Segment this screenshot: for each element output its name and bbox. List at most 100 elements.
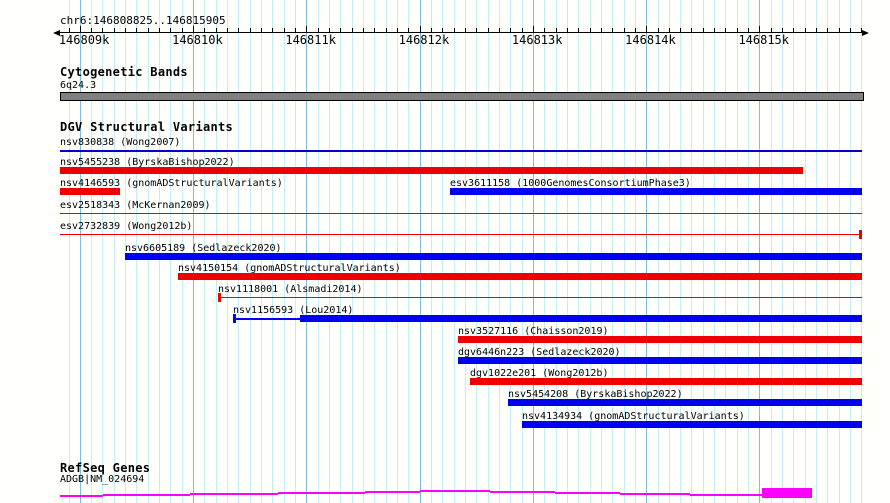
variant-line[interactable]: [60, 213, 862, 214]
ruler-tick: [476, 28, 478, 32]
ruler-tick: [91, 28, 93, 32]
ruler-tick: [193, 26, 195, 32]
ruler-tick: [170, 28, 172, 32]
position-label: chr6:146808825..146815905: [60, 14, 226, 27]
variant-line[interactable]: [60, 234, 860, 235]
ruler-tick: [227, 28, 229, 32]
variant-label: esv2518343 (McKernan2009): [60, 200, 211, 211]
ruler-tick: [181, 28, 183, 32]
ruler-tick: [544, 28, 546, 32]
ruler-tick: [816, 28, 818, 32]
ruler-tick: [329, 28, 331, 32]
ruler-arrow-right-icon: [862, 29, 869, 36]
ruler-tick: [793, 28, 795, 32]
ruler-tick: [691, 28, 693, 32]
grid-minor-line: [498, 0, 500, 503]
ruler-tick: [623, 28, 625, 32]
ruler-tick: [453, 28, 455, 32]
ruler-tick: [419, 26, 421, 32]
gene-intron-line[interactable]: [490, 491, 555, 493]
ruler-tick: [838, 28, 840, 32]
ruler-tick: [600, 28, 602, 32]
ruler-tick: [736, 28, 738, 32]
ruler-tick-label: 146812k: [398, 33, 450, 47]
ruler-tick: [759, 26, 761, 32]
gene-intron-line[interactable]: [690, 494, 762, 496]
ruler-tick: [363, 28, 364, 32]
ruler-tick: [680, 28, 682, 32]
grid-minor-line: [363, 0, 364, 503]
ruler-tick: [725, 28, 727, 32]
ruler-tick: [374, 28, 376, 32]
gene-intron-line[interactable]: [420, 490, 490, 492]
grid-minor-line: [295, 0, 297, 503]
variant-box[interactable]: [508, 399, 862, 406]
ruler-tick: [385, 28, 387, 32]
ruler-tick: [136, 28, 138, 32]
ruler-tick: [261, 28, 263, 32]
ruler-tick: [532, 26, 534, 32]
ruler-tick: [430, 28, 432, 32]
variant-line[interactable]: [233, 318, 300, 320]
gene-intron-line[interactable]: [278, 492, 365, 494]
ruler-tick: [612, 28, 614, 32]
ruler-tick: [748, 28, 750, 32]
ruler-tick: [498, 28, 500, 32]
gene-label: ADGB|NM_024694: [60, 474, 145, 485]
ruler-tick: [589, 28, 591, 32]
variant-line[interactable]: [218, 297, 862, 298]
ruler-tick: [204, 28, 206, 32]
ruler-tick: [657, 28, 659, 32]
ruler-tick: [646, 26, 648, 32]
variant-box[interactable]: [125, 253, 862, 260]
ruler-tick: [295, 28, 297, 32]
ruler-tick-label: 146815k: [738, 33, 790, 47]
ruler-tick: [442, 28, 444, 32]
variant-box[interactable]: [60, 188, 120, 195]
ruler-tick: [249, 28, 251, 32]
gene-exon-box[interactable]: [762, 488, 812, 498]
grid-minor-line: [510, 0, 512, 503]
variant-end-tick[interactable]: [859, 230, 862, 239]
variant-box[interactable]: [60, 167, 803, 174]
variant-box[interactable]: [522, 421, 862, 428]
gene-intron-line[interactable]: [190, 493, 278, 495]
ruler-tick: [770, 28, 772, 32]
ruler-tick: [340, 28, 342, 32]
variant-label: esv2732839 (Wong2012b): [60, 221, 193, 232]
grid-minor-line: [396, 0, 398, 503]
ruler-tick: [578, 28, 580, 32]
gene-intron-line[interactable]: [60, 495, 103, 497]
gene-intron-line[interactable]: [555, 492, 620, 494]
ruler-tick-label: 146810k: [172, 33, 223, 47]
ruler-tick: [861, 28, 863, 32]
variant-box[interactable]: [450, 188, 862, 195]
variant-box[interactable]: [470, 378, 862, 385]
gene-intron-line[interactable]: [620, 493, 690, 495]
cytoband-bar[interactable]: [60, 92, 864, 101]
ruler-tick: [306, 26, 308, 32]
ruler-tick: [159, 28, 161, 32]
variant-box[interactable]: [458, 336, 862, 343]
ruler-tick: [396, 28, 398, 32]
grid-minor-line: [340, 0, 342, 503]
grid-minor-line: [329, 0, 331, 503]
variant-line[interactable]: [60, 150, 862, 152]
variant-box[interactable]: [300, 315, 862, 322]
ruler-tick: [634, 28, 636, 32]
variant-box[interactable]: [458, 357, 862, 364]
ruler-tick: [510, 28, 512, 32]
gene-intron-line[interactable]: [103, 494, 190, 496]
grid-minor-line: [430, 0, 432, 503]
grid-minor-line: [351, 0, 353, 503]
ruler-tick: [147, 28, 149, 32]
variant-box[interactable]: [178, 273, 862, 280]
ruler-tick: [850, 28, 852, 32]
grid-minor-line: [476, 0, 478, 503]
grid-minor-line: [283, 0, 285, 503]
ruler-tick-label: 146809k: [58, 33, 110, 47]
ruler-tick: [102, 28, 104, 32]
ruler-tick: [113, 28, 115, 32]
ruler-tick: [215, 28, 217, 32]
gene-intron-line[interactable]: [365, 491, 420, 493]
